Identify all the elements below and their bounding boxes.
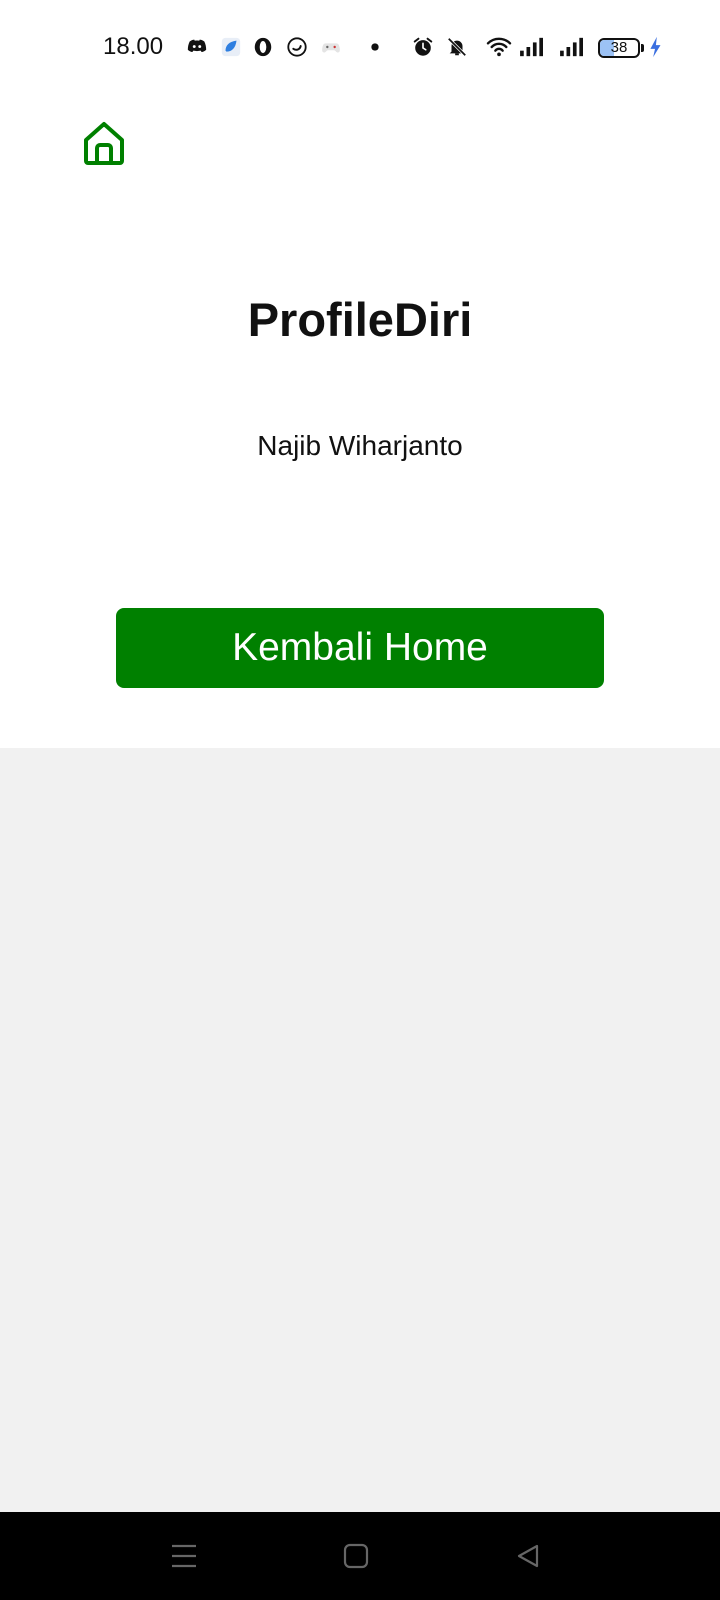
signal-icon: [560, 37, 583, 57]
signal-icon: [520, 37, 543, 57]
navigation-bar: [0, 1512, 720, 1600]
kembali-home-button[interactable]: Kembali Home: [116, 608, 604, 688]
charging-icon: [650, 36, 661, 58]
status-bar: 18.00 38: [0, 0, 720, 96]
battery-icon: 38: [598, 38, 640, 58]
circle-app-icon: [287, 37, 307, 57]
home-nav-button[interactable]: [296, 1512, 416, 1600]
battery-tip: [641, 44, 644, 52]
battery-level: 38: [610, 39, 628, 56]
menu-button[interactable]: [124, 1512, 244, 1600]
page-title: ProfileDiri: [247, 293, 473, 346]
dot-icon: [371, 43, 379, 51]
app-content: ProfileDiri Najib Wiharjanto Kembali Hom…: [0, 96, 720, 748]
wifi-icon: [486, 37, 512, 57]
back-icon: [517, 1544, 539, 1568]
home-icon[interactable]: [82, 120, 126, 166]
square-icon: [343, 1543, 369, 1569]
discord-icon: [187, 39, 207, 53]
back-button[interactable]: [468, 1512, 588, 1600]
alarm-icon: [413, 37, 433, 56]
game-controller-icon: [322, 43, 340, 53]
app-icon: [221, 37, 241, 57]
status-time: 18.00: [103, 33, 164, 60]
opera-icon: [254, 37, 272, 57]
screen: 18.00 38 ProfileDiri Najib Wiharjanto Ke…: [0, 0, 720, 1600]
mute-icon: [447, 37, 467, 57]
profile-name: Najib Wiharjanto: [257, 430, 463, 461]
menu-icon: [172, 1544, 196, 1568]
